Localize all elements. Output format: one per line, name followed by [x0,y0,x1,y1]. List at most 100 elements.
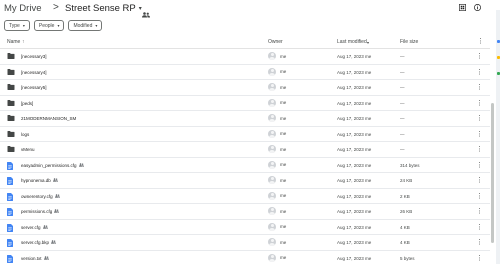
owner-name: me [280,193,287,198]
breadcrumb-my-drive[interactable]: My Drive [4,3,41,14]
sort-desc-icon[interactable]: ▾ [367,40,369,45]
file-name-cell[interactable]: ownerentory.cfg [21,194,60,199]
top-bar: My Drive > Street Sense RP ▾ [0,0,500,18]
file-name-cell[interactable]: [necessary3] [21,54,47,59]
folder-icon [7,53,15,60]
last-modified-cell: Aug 17, 2023 me [337,147,372,152]
last-modified-cell: Aug 17, 2023 me [337,116,372,121]
last-modified-cell: Aug 17, 2023 me [337,209,372,214]
table-row[interactable]: [necessary5] me Aug 17, 2023 me — ⋮ [0,80,490,96]
file-size-cell: — [400,100,405,106]
scrollbar-thumb[interactable] [491,103,494,243]
more-options-icon[interactable]: ⋮ [476,68,483,76]
filter-modified-label: Modified [73,22,93,29]
owner-name: me [280,146,287,152]
more-options-icon[interactable]: ⋮ [476,114,483,122]
last-modified-cell: Aug 17, 2023 me [337,240,372,245]
more-options-icon[interactable]: ⋮ [476,192,483,200]
owner-cell: me [268,222,286,231]
column-name[interactable]: Name [7,39,20,45]
grid-view-icon[interactable] [459,4,466,11]
file-size-cell: 4 KB [400,240,410,245]
current-folder-button[interactable]: Street Sense RP ▾ [62,1,145,15]
folder-icon [7,115,15,122]
table-row[interactable]: [necessary3] me Aug 17, 2023 me — ⋮ [0,49,490,65]
table-row[interactable]: [necessary4] me Aug 17, 2023 me — ⋮ [0,65,490,80]
more-options-icon[interactable]: ⋮ [476,99,483,107]
owner-name: me [280,255,287,260]
file-name-cell[interactable]: version.txt [21,256,49,261]
table-row[interactable]: server.cfg.bkp me Aug 17, 2023 me 4 KB ⋮ [0,235,490,251]
file-name-cell[interactable]: logs [21,132,29,137]
more-options-icon[interactable]: ⋮ [476,207,483,215]
file-name-cell[interactable]: server.cfg.bkp [21,240,57,245]
file-icon [7,223,13,233]
filter-modified[interactable]: Modified ▾ [68,20,103,31]
table-row[interactable]: 21MODERNMANSION_SM me Aug 17, 2023 me — ⋮ [0,111,490,127]
file-size-cell: 4 KB [400,224,410,230]
file-size-cell: — [400,116,405,121]
table-row[interactable]: permissions.cfg me Aug 17, 2023 me 26 KB ⋮ [0,204,490,220]
file-name-cell[interactable]: [necessary4] [21,70,47,75]
column-owner: Owner [268,39,283,45]
more-options-icon[interactable]: ⋮ [476,52,483,60]
file-name-cell[interactable]: permissions.cfg [21,209,60,214]
table-row[interactable]: version.txt me Aug 17, 2023 me 5 bytes ⋮ [0,251,490,264]
owner-name: me [280,69,287,74]
filter-people[interactable]: People ▾ [33,20,65,31]
filter-type[interactable]: Type ▾ [4,20,30,31]
file-size-cell: 5 bytes [400,255,415,261]
table-row[interactable]: easyadmin_permissions.cfg me Aug 17, 2023 … [0,158,490,173]
owner-cell: me [268,114,286,122]
file-name-cell[interactable]: easyadmin_permissions.cfg [21,163,84,168]
table-row[interactable]: vMenu me Aug 17, 2023 me — ⋮ [0,142,490,158]
breadcrumb-separator: > [53,2,59,13]
people-icon[interactable] [142,5,150,23]
file-name: 21MODERNMANSION_SM [21,116,77,121]
last-modified-cell: Aug 17, 2023 me [337,193,372,199]
file-name-cell[interactable]: 21MODERNMANSION_SM [21,116,76,121]
folder-icon [7,68,15,76]
owner-name: me [280,100,287,105]
avatar [268,238,276,246]
more-options-icon[interactable]: ⋮ [476,254,483,262]
file-list: [necessary3] me Aug 17, 2023 me — ⋮ [necessar… [0,49,490,264]
more-options-icon[interactable]: ⋮ [476,238,483,246]
table-row[interactable]: hypnonema.db me Aug 17, 2023 me 24 KB ⋮ [0,173,490,189]
file-name-cell[interactable]: hypnonema.db [21,178,58,183]
sort-arrow-icon[interactable]: ↑ [22,39,25,45]
folder-icon [7,130,15,138]
avatar [268,207,276,215]
file-name-cell[interactable]: [necessary5] [21,85,47,90]
avatar [268,160,276,169]
file-name-cell[interactable]: vMenu [21,147,35,152]
more-options-icon[interactable]: ⋮ [476,130,483,138]
table-row[interactable]: ownerentory.cfg me Aug 17, 2023 me 2 KB ⋮ [0,189,490,204]
column-header-row: Name ↑ Owner Last modified ▾ File size ⋮ [0,36,490,48]
file-name-cell[interactable]: server.cfg [21,225,48,230]
file-name-cell[interactable]: [peds] [21,101,33,106]
last-modified-cell: Aug 17, 2023 me [337,85,372,90]
more-options-icon[interactable]: ⋮ [476,145,483,153]
shared-icon [54,193,60,199]
avatar [268,129,276,138]
more-options-icon[interactable]: ⋮ [476,161,483,169]
owner-cell: me [268,207,286,215]
side-panel-edge [496,10,500,264]
last-modified-cell: Aug 17, 2023 me [337,100,372,106]
file-name: server.cfg.bkp [21,240,50,245]
avatar [268,98,276,107]
owner-cell: me [268,253,287,262]
more-options-icon[interactable]: ⋮ [476,83,483,91]
file-size-cell: 314 bytes [400,162,420,168]
table-row[interactable]: [peds] me Aug 17, 2023 me — ⋮ [0,96,490,111]
file-name: [necessary4] [21,69,47,75]
table-row[interactable]: logs me Aug 17, 2023 me — ⋮ [0,127,490,142]
more-options-icon[interactable]: ⋮ [477,37,484,45]
more-options-icon[interactable]: ⋮ [476,176,483,184]
avatar [268,67,276,76]
column-last-modified[interactable]: Last modified [337,39,367,45]
more-options-icon[interactable]: ⋮ [476,223,483,231]
table-row[interactable]: server.cfg me Aug 17, 2023 me 4 KB ⋮ [0,220,490,235]
info-icon[interactable] [474,4,481,11]
